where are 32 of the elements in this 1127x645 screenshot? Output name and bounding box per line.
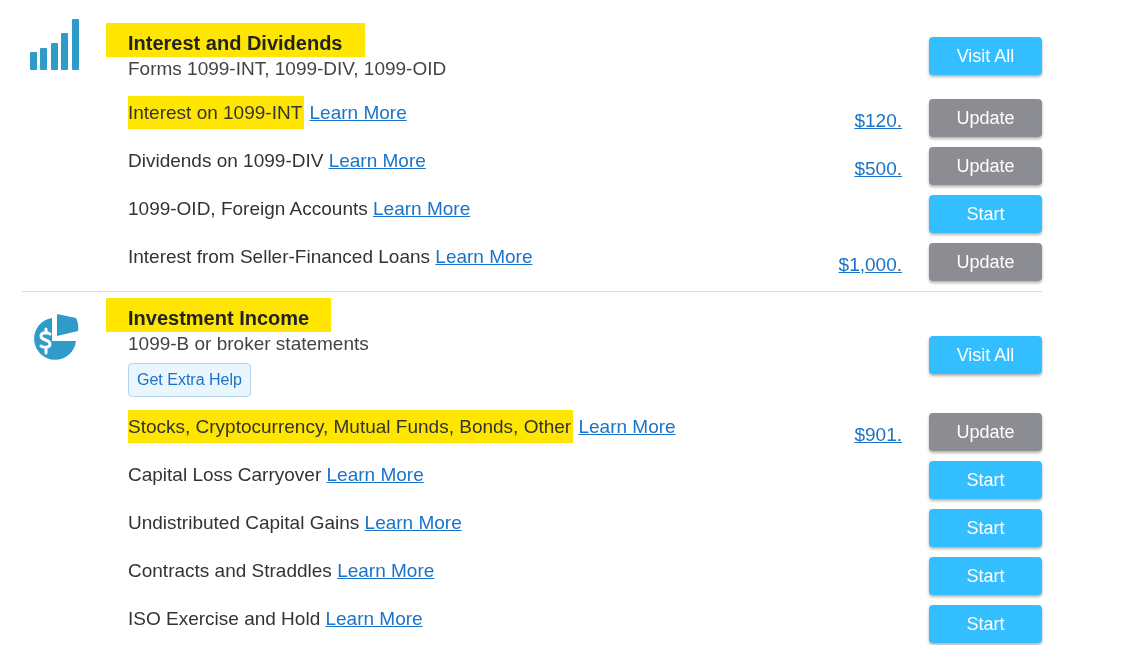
update-button[interactable]: Update	[929, 147, 1042, 185]
update-button[interactable]: Update	[929, 99, 1042, 137]
amount-link[interactable]: $500.	[854, 147, 902, 184]
learn-more-link[interactable]: Learn More	[325, 608, 423, 629]
learn-more-link[interactable]: Learn More	[309, 102, 407, 123]
learn-more-link[interactable]: Learn More	[328, 150, 426, 171]
row-label: Interest from Seller-Financed Loans	[128, 246, 431, 267]
learn-more-link[interactable]: Learn More	[337, 560, 435, 581]
amount-link[interactable]: $901.	[854, 413, 902, 450]
learn-more-link[interactable]: Learn More	[435, 246, 533, 267]
row-label: Undistributed Capital Gains	[128, 512, 360, 533]
learn-more-link[interactable]: Learn More	[326, 464, 424, 485]
amount-link[interactable]: $120.	[854, 99, 902, 136]
section-title: Investment Income	[106, 298, 332, 332]
amount-link[interactable]: $1,000.	[838, 243, 902, 280]
section-subtitle: Forms 1099-INT, 1099-DIV, 1099-OID	[128, 57, 447, 81]
learn-more-link[interactable]: Learn More	[364, 512, 462, 533]
row-label: Dividends on 1099-DIV	[128, 150, 324, 171]
learn-more-link[interactable]: Learn More	[373, 198, 471, 219]
row-label: 1099-OID, Foreign Accounts	[128, 198, 368, 219]
update-button[interactable]: Update	[929, 243, 1042, 281]
bar-chart-icon	[30, 19, 80, 71]
row-label: Interest on 1099-INT	[128, 96, 305, 129]
learn-more-link[interactable]: Learn More	[578, 416, 676, 437]
update-button[interactable]: Update	[929, 413, 1042, 451]
section-title: Interest and Dividends	[106, 23, 365, 57]
row-label: Contracts and Straddles	[128, 560, 332, 581]
row-label: Stocks, Cryptocurrency, Mutual Funds, Bonds, Other	[128, 410, 574, 443]
section-subtitle: 1099-B or broker statements	[128, 332, 369, 356]
row-label: ISO Exercise and Hold	[128, 608, 321, 629]
row-label: Capital Loss Carryover	[128, 464, 322, 485]
extra-help-button[interactable]: Get Extra Help	[128, 363, 251, 397]
